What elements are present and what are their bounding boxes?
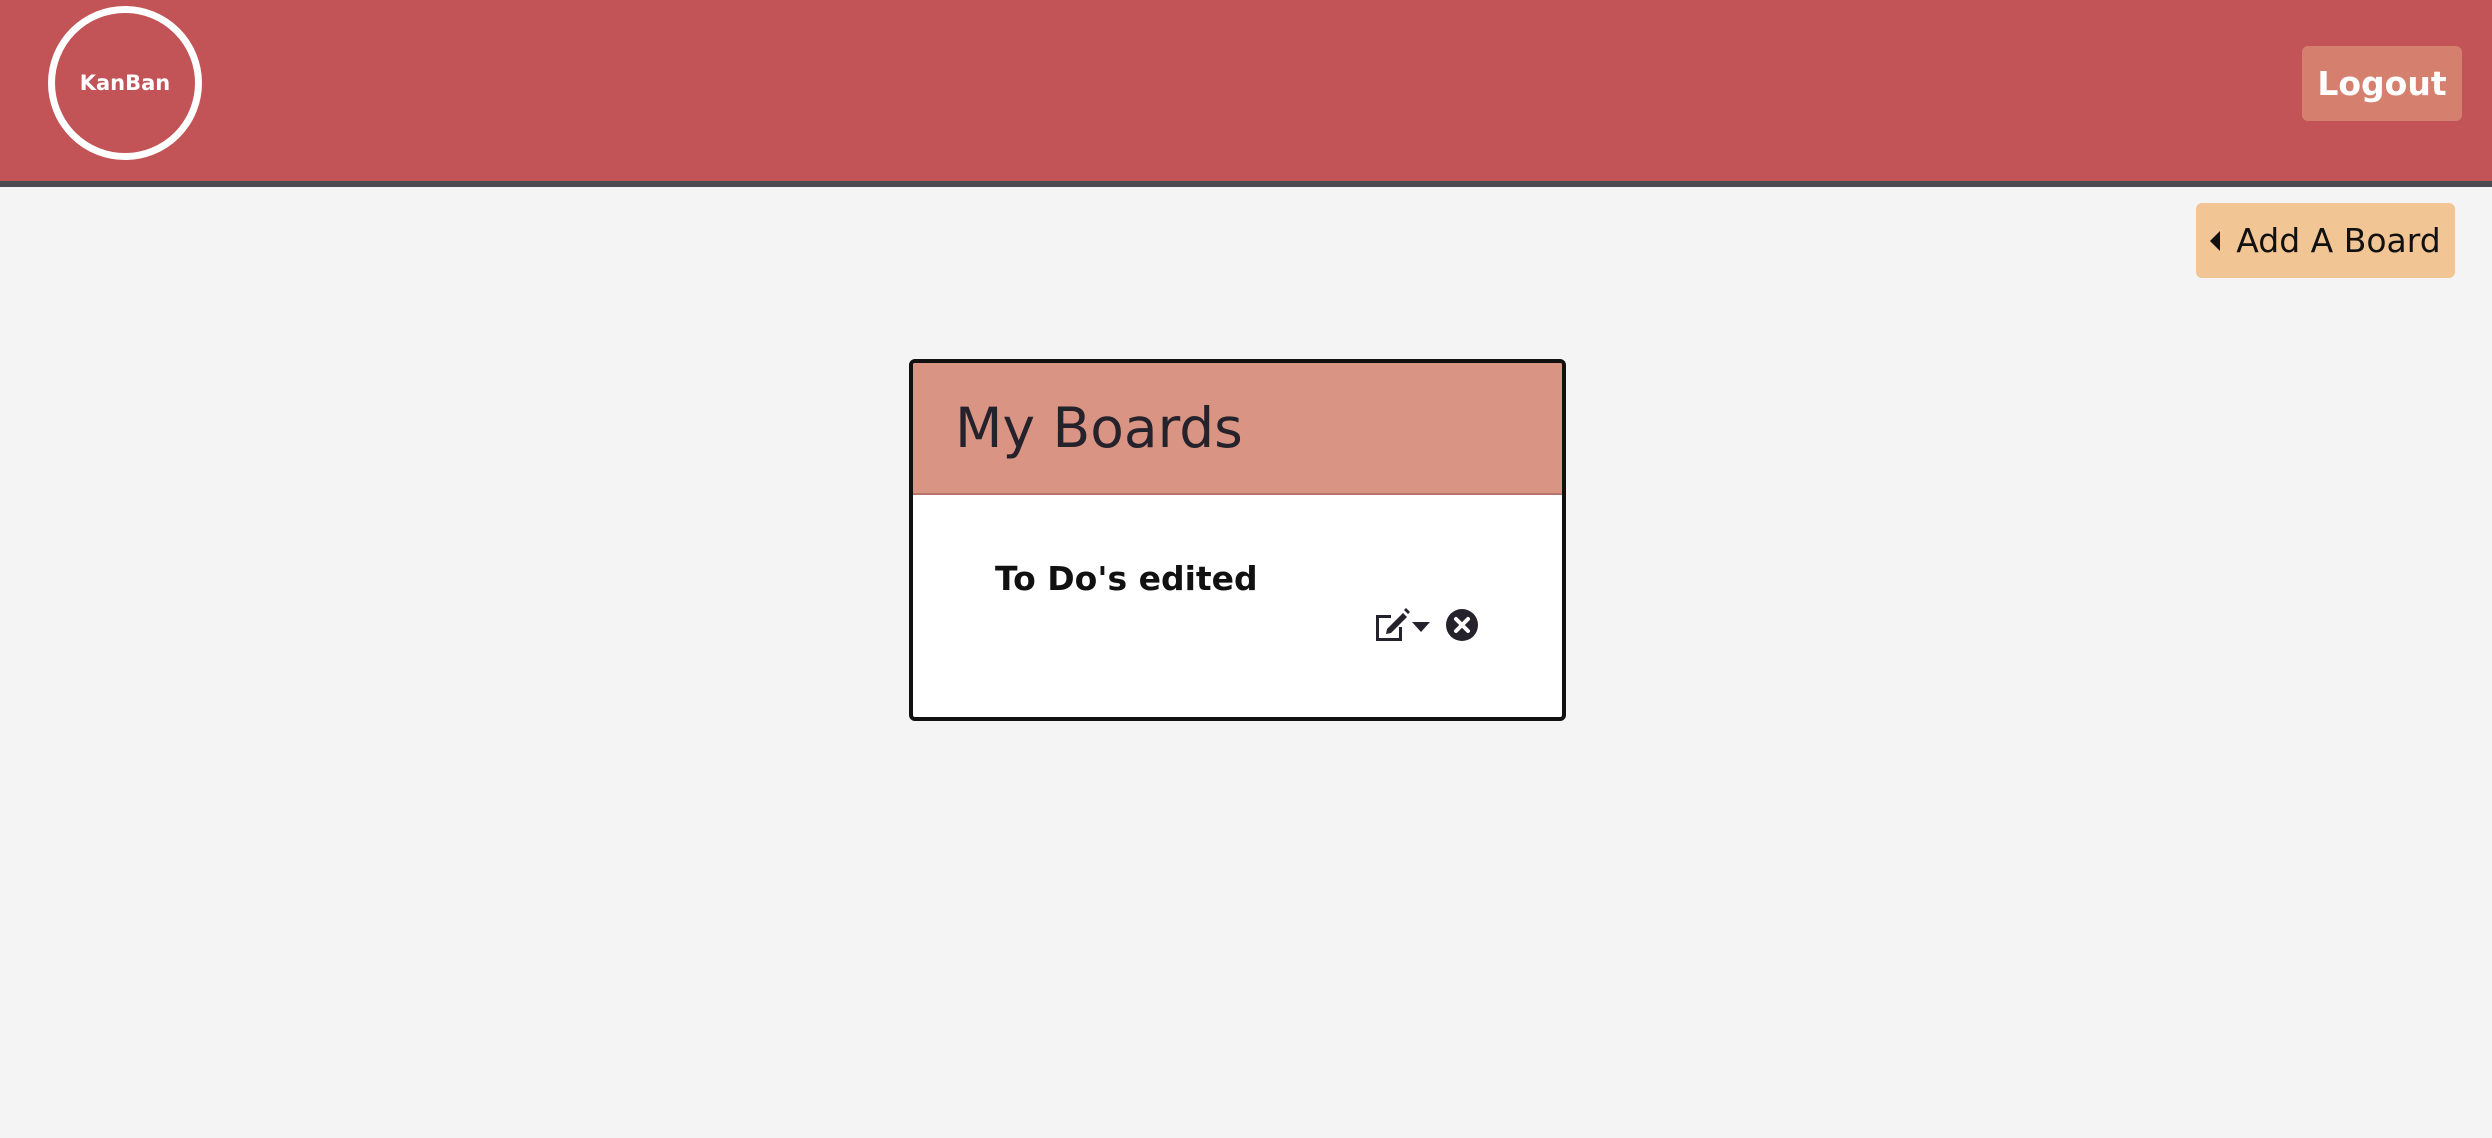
add-board-button[interactable]: Add A Board	[2196, 203, 2455, 278]
logout-button[interactable]: Logout	[2302, 46, 2462, 121]
board-item-actions	[1373, 607, 1479, 647]
pencil-square-icon	[1373, 607, 1411, 647]
kanban-logo[interactable]: KanBan	[48, 6, 202, 160]
delete-board-button[interactable]	[1445, 608, 1479, 646]
top-navbar: KanBan Logout	[0, 0, 2492, 187]
board-item-title[interactable]: To Do's edited	[995, 559, 1258, 598]
card-title: My Boards	[955, 396, 1243, 460]
card-header: My Boards	[913, 363, 1562, 495]
edit-dropdown-toggle[interactable]	[1373, 607, 1431, 647]
my-boards-card: My Boards To Do's edited	[909, 359, 1566, 721]
caret-down-icon	[1411, 618, 1431, 637]
logo-text: KanBan	[79, 71, 171, 95]
caret-left-icon	[2210, 230, 2221, 251]
add-board-label: Add A Board	[2236, 221, 2441, 260]
circle-x-icon	[1445, 608, 1479, 646]
